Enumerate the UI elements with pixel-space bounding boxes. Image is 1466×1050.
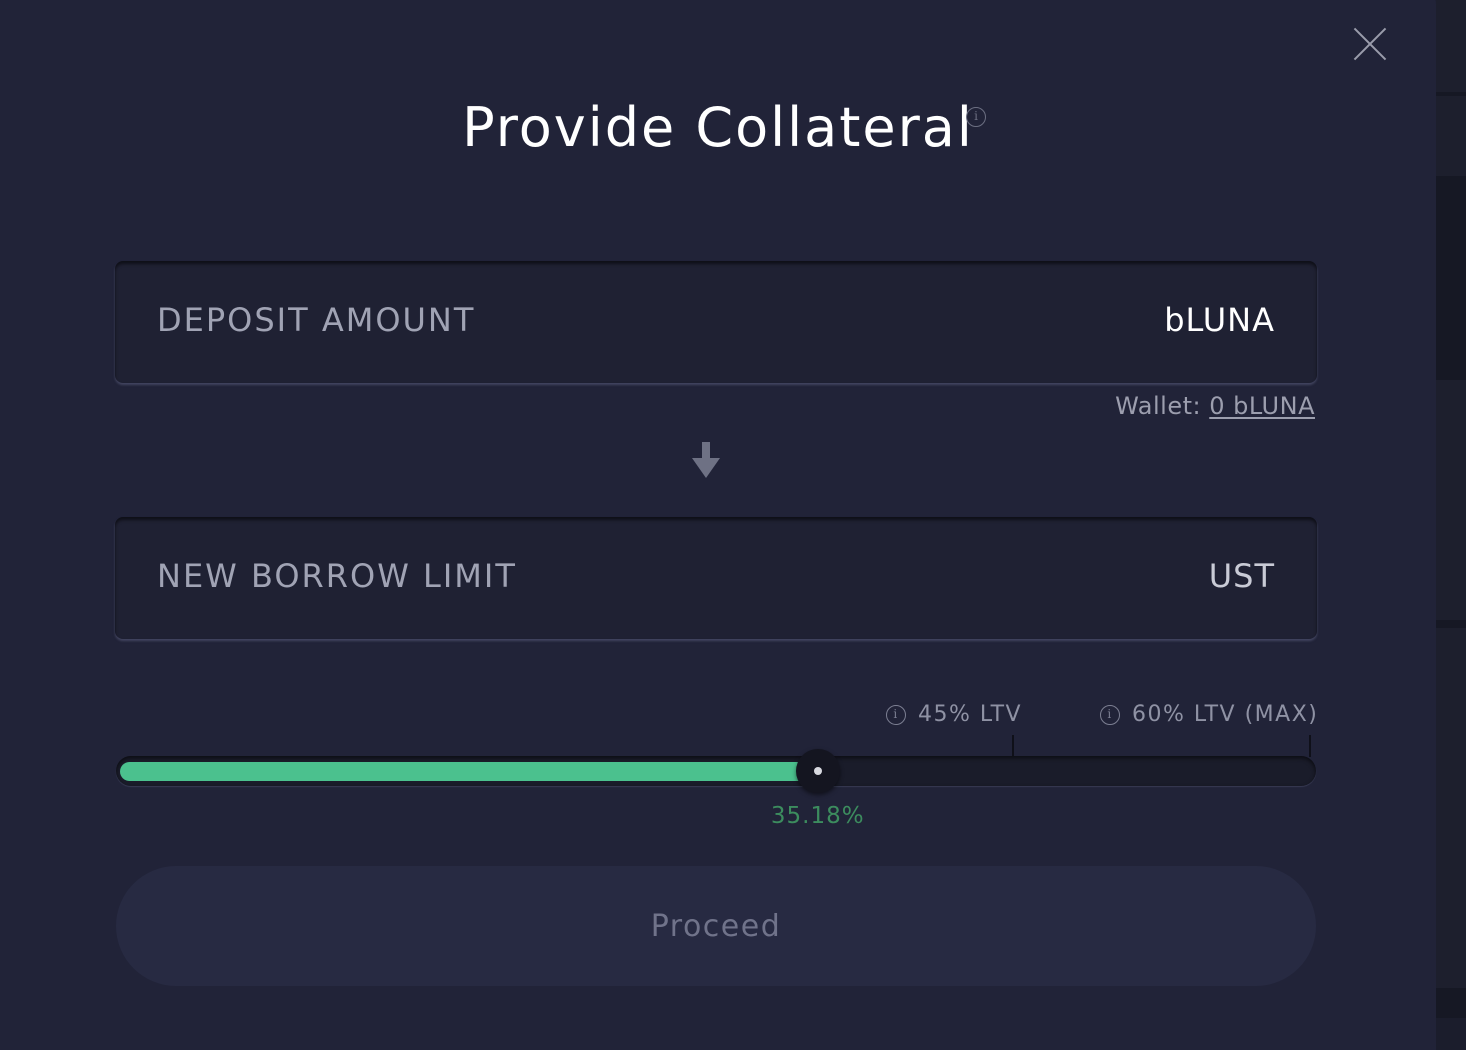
info-icon[interactable]: i [1100, 704, 1120, 725]
modal-title: Provide Collateral [462, 96, 974, 159]
ltv-max-tick [1309, 735, 1311, 757]
borrow-limit-unit: UST [1208, 557, 1275, 595]
ltv-max-label: 60% LTV (MAX) [1132, 702, 1319, 727]
ltv-slider-track[interactable] [116, 756, 1316, 786]
info-icon[interactable]: i [966, 107, 986, 127]
close-icon[interactable] [1348, 22, 1392, 66]
wallet-max-link[interactable]: 0 bLUNA [1209, 392, 1315, 420]
arrow-down-icon [692, 442, 720, 478]
proceed-button[interactable]: Proceed [116, 866, 1316, 986]
ltv-45-tick [1011, 735, 1014, 757]
wallet-balance: Wallet: 0 bLUNA [1115, 392, 1315, 420]
ltv-slider-fill [120, 762, 820, 781]
wallet-label: Wallet: [1115, 392, 1202, 420]
ltv-slider-handle[interactable] [795, 749, 840, 793]
backdrop-panel [1436, 628, 1466, 988]
new-borrow-limit-field: NEW BORROW LIMIT UST [115, 517, 1317, 639]
backdrop-panel [1436, 380, 1466, 620]
ltv-45-label: 45% LTV [918, 702, 1023, 727]
backdrop-panel [1436, 0, 1466, 92]
deposit-unit: bLUNA [1164, 301, 1275, 339]
deposit-amount-field[interactable]: DEPOSIT AMOUNT bLUNA [115, 261, 1317, 383]
backdrop-panel [1436, 96, 1466, 176]
ltv-45-marker: i 45% LTV [886, 702, 1022, 727]
info-icon[interactable]: i [886, 704, 906, 725]
borrow-limit-placeholder: NEW BORROW LIMIT [157, 557, 517, 595]
ltv-current-value: 35.18% [770, 803, 865, 829]
ltv-max-marker: i 60% LTV (MAX) [1100, 702, 1318, 727]
deposit-amount-placeholder: DEPOSIT AMOUNT [157, 301, 476, 339]
